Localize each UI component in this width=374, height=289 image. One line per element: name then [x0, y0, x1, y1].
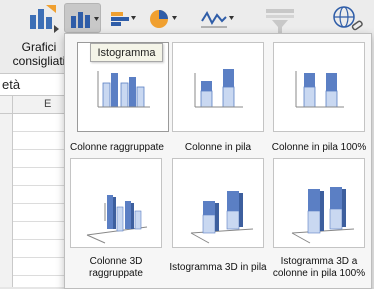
recommended-charts-icon [30, 5, 59, 33]
clustered-column-label: Colonne raggruppate [70, 142, 164, 153]
formula-bar[interactable]: età [0, 73, 64, 96]
stacked-column-label: Colonne in pila [184, 142, 252, 153]
row-headers[interactable] [0, 114, 13, 287]
column-3d-clustered-thumb [86, 195, 148, 244]
hyperlink-button[interactable] [330, 3, 366, 33]
stacked-3d-column-tile[interactable] [172, 158, 264, 248]
line-chart-button[interactable] [196, 3, 238, 33]
tooltip-istogramma: Istogramma [90, 43, 163, 62]
pie-chart-icon [150, 10, 177, 28]
bar-chart-icon [111, 12, 136, 26]
stacked-3d-column-label: Istogramma 3D in pila [169, 262, 267, 273]
select-all-corner[interactable] [0, 96, 13, 113]
stacked-column-thumb [194, 69, 243, 108]
column-3d-clustered-tile[interactable] [70, 158, 162, 248]
stacked-100-3d-column-label: Istogramma 3D a colonne in pila 100% [272, 256, 366, 279]
stacked-3d-column-thumb [190, 191, 254, 244]
bar-chart-button[interactable] [106, 3, 138, 33]
recommended-charts-label: Grafici consigliati [12, 40, 66, 68]
stacked-100-column-thumb [295, 71, 344, 108]
column-chart-gallery: Istogramma Colonne raggruppate Colonne i… [64, 33, 372, 289]
stacked-column-tile[interactable] [172, 42, 264, 132]
recommended-charts-button[interactable] [26, 3, 60, 33]
column-chart-button[interactable] [64, 3, 101, 33]
filter-button[interactable] [262, 3, 298, 33]
stacked-100-3d-column-tile[interactable] [273, 158, 365, 248]
stacked-100-column-tile[interactable] [273, 42, 365, 132]
stacked-100-3d-column-thumb [291, 187, 355, 244]
filter-icon [266, 9, 294, 33]
globe-link-icon [333, 6, 363, 31]
pie-chart-button[interactable] [146, 3, 180, 33]
column-header-e[interactable]: E [44, 98, 51, 110]
line-chart-icon [201, 10, 234, 28]
formula-value: età [2, 77, 21, 92]
column-chart-icon [71, 12, 99, 28]
stacked-100-column-label: Colonne in pila 100% [271, 142, 367, 153]
column-header-bar: E [0, 96, 64, 114]
column-3d-clustered-label: Colonne 3D raggruppate [89, 256, 143, 279]
